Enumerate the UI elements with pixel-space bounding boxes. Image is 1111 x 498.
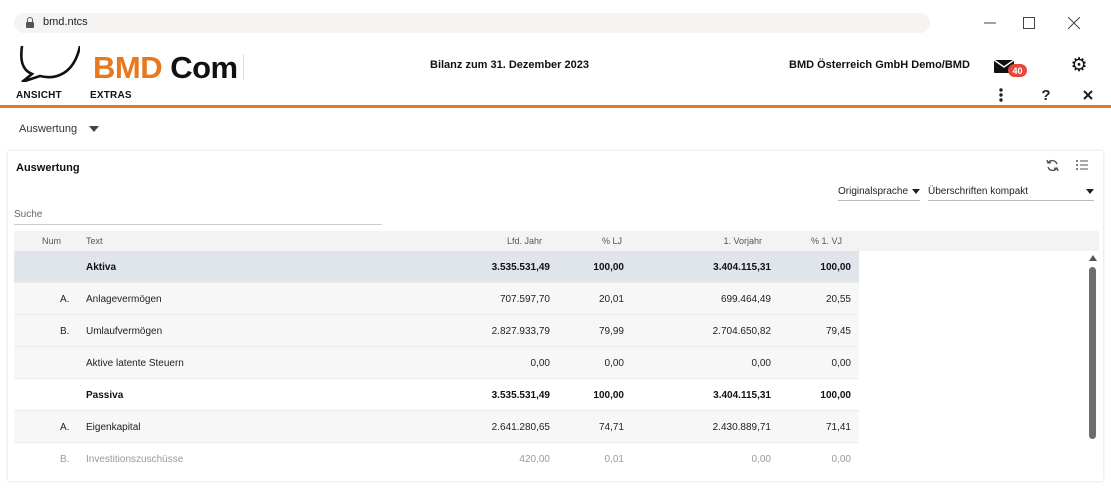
menu-extras[interactable]: EXTRAS bbox=[90, 90, 132, 101]
help-icon[interactable]: ? bbox=[1038, 86, 1054, 104]
chevron-down-icon bbox=[89, 126, 100, 132]
cell-pct-vj: 79,45 bbox=[825, 326, 851, 337]
logo-bmd: BMD bbox=[93, 50, 163, 85]
cell-pct-vj: 20,55 bbox=[825, 294, 851, 305]
cell-num: B. bbox=[60, 326, 70, 337]
table-body: Aktiva 3.535.531,49 100,00 3.404.115,31 … bbox=[14, 251, 859, 469]
cell-vorjahr: 2.704.650,82 bbox=[712, 326, 771, 337]
menu-ansicht[interactable]: ANSICHT bbox=[16, 90, 62, 101]
app-logo: BMD Com bbox=[93, 50, 238, 86]
cell-vorjahr: 3.404.115,31 bbox=[713, 262, 771, 273]
col-text[interactable]: Text bbox=[86, 236, 103, 246]
cell-num: A. bbox=[60, 294, 70, 305]
headings-select-value: Überschriften kompakt bbox=[928, 186, 1029, 197]
cell-pct-lj: 100,00 bbox=[593, 390, 624, 401]
section-selector[interactable]: Auswertung bbox=[19, 123, 100, 135]
cell-vorjahr: 3.404.115,31 bbox=[713, 390, 771, 401]
scrollbar-thumb[interactable] bbox=[1089, 267, 1096, 439]
cell-vorjahr: 699.464,49 bbox=[720, 294, 771, 305]
cell-vorjahr: 2.430.889,71 bbox=[712, 422, 771, 433]
table-row[interactable]: Aktive latente Steuern 0,00 0,00 0,00 0,… bbox=[14, 347, 859, 379]
cell-num: B. bbox=[60, 454, 70, 465]
language-select-value: Originalsprache bbox=[838, 186, 909, 197]
report-panel: Auswertung Originalsprache Überschriften… bbox=[8, 151, 1103, 481]
table-row[interactable]: A. Eigenkapital 2.641.280,65 74,71 2.430… bbox=[14, 411, 859, 443]
chevron-down-icon bbox=[912, 189, 920, 194]
chevron-down-icon bbox=[1086, 189, 1094, 194]
cell-lfd-jahr: 707.597,70 bbox=[499, 294, 550, 305]
minimize-icon[interactable] bbox=[978, 12, 1002, 34]
refresh-icon[interactable] bbox=[1044, 157, 1060, 173]
app-header: BMD Com ANSICHT EXTRAS Bilanz zum 31. De… bbox=[0, 46, 1111, 108]
col-num[interactable]: Num bbox=[42, 236, 61, 246]
url-text: bmd.ntcs bbox=[43, 16, 88, 28]
cell-pct-lj: 0,00 bbox=[604, 358, 624, 369]
more-vertical-icon[interactable] bbox=[993, 86, 1009, 104]
col-lfd-jahr[interactable]: Lfd. Jahr bbox=[434, 236, 542, 246]
logo-com: Com bbox=[170, 50, 238, 85]
cell-pct-lj: 74,71 bbox=[598, 422, 624, 433]
panel-title: Auswertung bbox=[16, 162, 80, 174]
cell-text: Aktive latente Steuern bbox=[86, 358, 184, 369]
company-name: BMD Österreich GmbH Demo/BMD bbox=[789, 59, 970, 71]
table-header: Num Text Lfd. Jahr % LJ 1. Vorjahr % 1. … bbox=[14, 231, 1099, 251]
cell-text: Aktiva bbox=[86, 262, 117, 273]
cell-pct-vj: 0,00 bbox=[831, 358, 851, 369]
gear-icon[interactable]: ⚙ bbox=[1069, 56, 1089, 76]
cell-vorjahr: 0,00 bbox=[751, 454, 771, 465]
cell-text: Umlaufvermögen bbox=[86, 326, 163, 337]
cell-pct-vj: 100,00 bbox=[820, 262, 851, 273]
cell-lfd-jahr: 420,00 bbox=[519, 454, 550, 465]
cell-lfd-jahr: 3.535.531,49 bbox=[491, 262, 550, 273]
cell-pct-lj: 20,01 bbox=[598, 294, 624, 305]
cell-pct-lj: 79,99 bbox=[598, 326, 624, 337]
logo-divider bbox=[243, 54, 244, 80]
mail-button[interactable]: 40 bbox=[994, 58, 1027, 77]
table-row[interactable]: B. Umlaufvermögen 2.827.933,79 79,99 2.7… bbox=[14, 315, 859, 347]
table-row[interactable]: Passiva 3.535.531,49 100,00 3.404.115,31… bbox=[14, 379, 859, 411]
cell-text: Eigenkapital bbox=[86, 422, 141, 433]
maximize-icon[interactable] bbox=[1017, 12, 1041, 34]
cell-pct-lj: 100,00 bbox=[593, 262, 624, 273]
close-icon[interactable] bbox=[1080, 86, 1096, 104]
close-window-icon[interactable] bbox=[1062, 12, 1086, 34]
cell-pct-vj: 100,00 bbox=[820, 390, 851, 401]
cell-lfd-jahr: 0,00 bbox=[530, 358, 550, 369]
cell-text: Investitionszuschüsse bbox=[86, 454, 184, 465]
cell-pct-vj: 0,00 bbox=[831, 454, 851, 465]
cell-pct-vj: 71,41 bbox=[825, 422, 851, 433]
table-row[interactable]: B. Investitionszuschüsse 420,00 0,01 0,0… bbox=[14, 443, 859, 469]
col-vorjahr[interactable]: 1. Vorjahr bbox=[654, 236, 762, 246]
address-bar[interactable]: bmd.ntcs bbox=[14, 13, 930, 33]
section-label: Auswertung bbox=[19, 123, 78, 135]
cell-num: A. bbox=[60, 422, 70, 433]
cell-lfd-jahr: 2.827.933,79 bbox=[491, 326, 550, 337]
cell-text: Anlagevermögen bbox=[86, 294, 162, 305]
document-title: Bilanz zum 31. Dezember 2023 bbox=[430, 59, 589, 71]
headings-select[interactable]: Überschriften kompakt bbox=[928, 183, 1094, 201]
language-select[interactable]: Originalsprache bbox=[838, 183, 920, 201]
list-options-icon[interactable] bbox=[1074, 157, 1090, 173]
col-pct-vj[interactable]: % 1. VJ bbox=[774, 236, 842, 246]
scroll-up-icon[interactable] bbox=[1089, 255, 1097, 261]
table-row[interactable]: A. Anlagevermögen 707.597,70 20,01 699.4… bbox=[14, 283, 859, 315]
browser-chrome: bmd.ntcs bbox=[0, 0, 1111, 46]
cell-text: Passiva bbox=[86, 390, 124, 401]
search-input[interactable]: Suche bbox=[14, 207, 382, 225]
cell-pct-lj: 0,01 bbox=[604, 454, 624, 465]
mail-count-badge: 40 bbox=[1008, 64, 1027, 77]
col-pct-lj[interactable]: % LJ bbox=[554, 236, 622, 246]
cell-lfd-jahr: 3.535.531,49 bbox=[491, 390, 550, 401]
logo-bubble-icon bbox=[20, 46, 80, 82]
lock-icon bbox=[26, 17, 34, 28]
cell-vorjahr: 0,00 bbox=[751, 358, 771, 369]
cell-lfd-jahr: 2.641.280,65 bbox=[491, 422, 550, 433]
table-row[interactable]: Aktiva 3.535.531,49 100,00 3.404.115,31 … bbox=[14, 251, 859, 283]
